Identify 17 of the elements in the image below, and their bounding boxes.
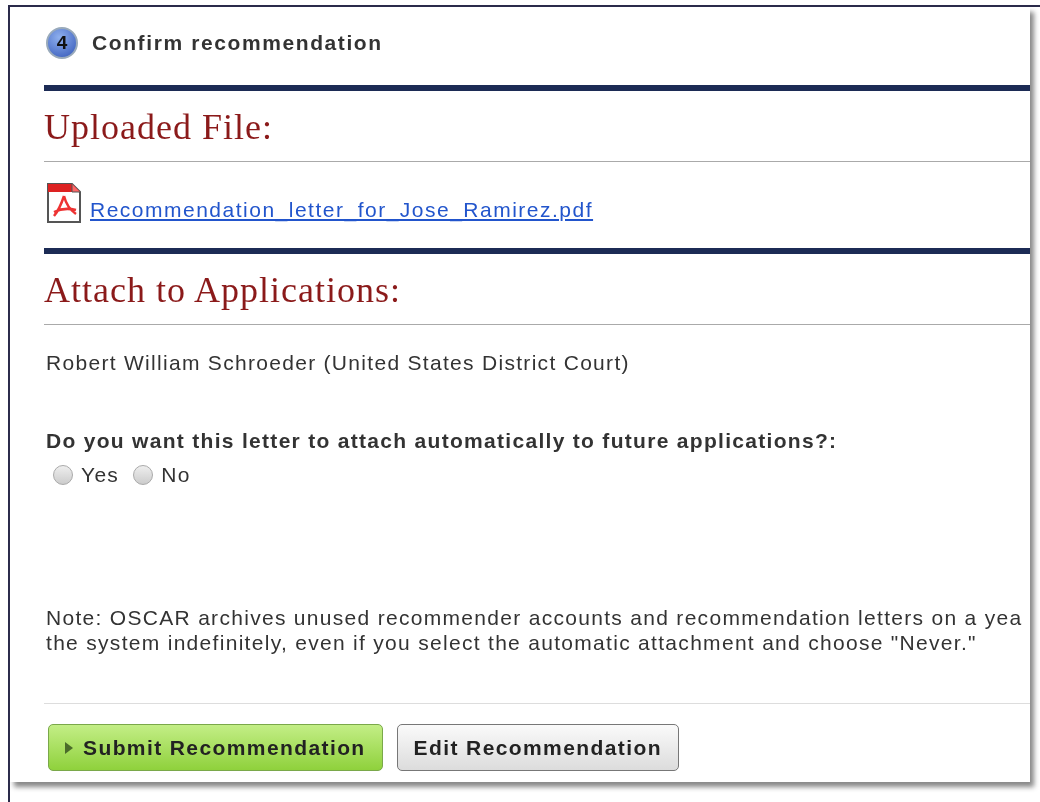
radio-button[interactable] xyxy=(53,465,73,485)
step-number-badge: 4 xyxy=(46,27,78,59)
question-label: Do you want this letter to attach automatically to future applications?: xyxy=(46,429,839,453)
note-text: Note: OSCAR archives unused recommender accounts and recommendation letters on a yea xyxy=(46,605,1024,630)
file-link[interactable]: Recommendation_letter_for_Jose_Ramirez.pdf xyxy=(90,198,594,222)
submit-button[interactable]: Submit Recommendation xyxy=(48,724,383,771)
section-heading: Attach to Applications: xyxy=(44,270,402,310)
step-title: Confirm recommendation xyxy=(92,31,383,55)
edit-button[interactable]: Edit Recommendation xyxy=(396,724,679,771)
triangle-icon xyxy=(65,741,73,754)
radio-label[interactable]: No xyxy=(161,463,191,487)
radio-label[interactable]: Yes xyxy=(81,463,120,487)
application-name: Robert William Schroeder (United States District Court) xyxy=(46,351,631,375)
section-heading: Uploaded File: xyxy=(44,107,274,147)
note-text: the system indefinitely, even if you select the automatic attachment and choose "Never." xyxy=(46,630,978,655)
radio-button[interactable] xyxy=(133,465,154,485)
pdf-file-icon xyxy=(46,182,82,224)
